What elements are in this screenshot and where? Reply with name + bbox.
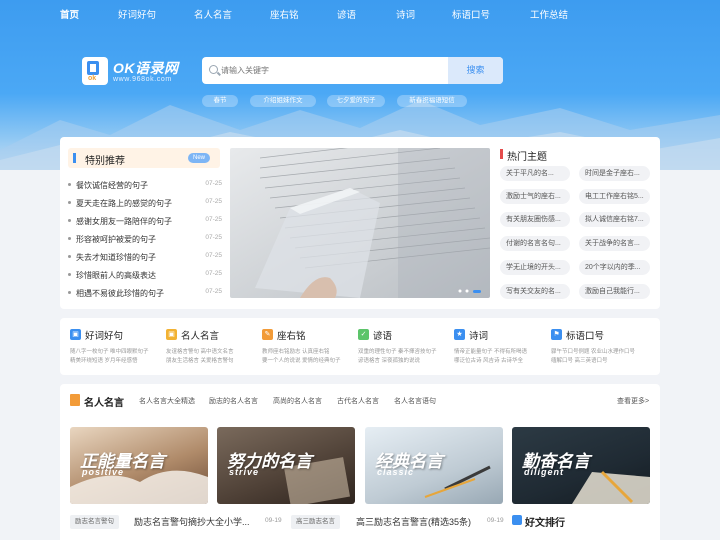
hot-tag[interactable]: 春节 [202,95,238,107]
more-link[interactable]: 查看更多> [617,396,649,406]
hot-topics-marker [500,149,503,159]
new-badge: New [188,153,210,163]
section-link[interactable]: 高尚的名人名言 [273,396,322,406]
nav-famous-quotes[interactable]: 名人名言 [194,7,232,21]
hot-tag[interactable]: 介绍姐妹作文 [250,95,316,107]
hot-topic[interactable]: 关于战争的名言... [579,236,650,251]
hot-topic[interactable]: 关于平凡的名... [500,166,570,181]
featured-item[interactable]: 珍惜眼前人的高级表达 07-25 [68,268,222,282]
flag-icon: ⚑ [551,329,562,340]
search-button[interactable]: 搜索 [448,57,503,84]
featured-item[interactable]: 夏天走在路上的感觉的句子 07-25 [68,196,222,210]
hot-topic[interactable]: 激励士气的座右... [500,189,570,204]
featured-item[interactable]: 餐饮诚信经营的句子 07-25 [68,178,222,192]
nav-slogans[interactable]: 标语口号 [452,7,490,21]
nav-poems[interactable]: 诗词 [396,7,415,21]
carousel-image[interactable] [230,148,490,298]
featured-item[interactable]: 相遇不易彼此珍惜的句子 07-25 [68,286,222,300]
hot-topic[interactable]: 写有关交友的名... [500,284,570,299]
list-date: 09-19 [265,517,282,524]
search-box: 搜索 [202,57,503,84]
featured-item[interactable]: 形容被呵护被爱的句子 07-25 [68,232,222,246]
featured-title-marker [73,153,76,163]
hot-tag[interactable]: 七夕爱的句子 [327,95,385,107]
featured-item[interactable]: 感谢女朋友一路陪伴的句子 07-25 [68,214,222,228]
section-title: 名人名言 [84,398,124,409]
ranking-icon [512,515,522,525]
quote-card-strive[interactable]: 努力的名言 strive [217,427,355,504]
section-link[interactable]: 励志的名人名言 [209,396,258,406]
quote-card-positive[interactable]: 正能量名言 positive [70,427,208,504]
star-icon: ★ [454,329,465,340]
document-icon [70,394,80,406]
ranking-title: 好文排行 [525,518,565,529]
logo-url: www.968ok.com [113,76,172,83]
site-logo[interactable]: ok OK语录网 www.968ok.com [82,57,192,87]
hot-topic[interactable]: 电工工作座右铭5... [579,189,650,204]
hot-topic[interactable]: 学无止境的开头... [500,260,570,275]
list-item[interactable]: 高三励志名言警言(精选35条) [356,515,471,529]
section-link[interactable]: 古代名人名言 [337,396,379,406]
pencil-icon: ✎ [262,329,273,340]
logo-name: OK语录网 [113,60,179,76]
quote-card-diligent[interactable]: 勤奋名言 diligent [512,427,650,504]
nav-motto[interactable]: 座右铭 [270,7,299,21]
featured-title: 特别推荐 [85,156,125,167]
search-icon [209,65,218,74]
list-date: 09-19 [487,517,504,524]
list-tag[interactable]: 励志名言警句 [70,515,119,529]
nav-home[interactable]: 首页 [60,7,79,21]
quote-card-classic[interactable]: 经典名言 classic [365,427,503,504]
hot-topics-title: 热门主题 [507,152,547,163]
category-icon: ✓ [358,329,369,340]
search-input[interactable] [221,57,446,84]
section-link[interactable]: 名人名言语句 [394,396,436,406]
nav-good-words[interactable]: 好词好句 [118,7,156,21]
hot-topic[interactable]: 激励自己我能行... [579,284,650,299]
logo-badge-icon: ok [82,57,108,85]
hot-topic[interactable]: 时间是金子座右... [579,166,650,181]
nav-proverbs[interactable]: 谚语 [337,7,356,21]
hot-topic[interactable]: 拟人诚信座右铭7... [579,212,650,227]
hot-tag[interactable]: 新春祝福语短信 [397,95,467,107]
hot-topic[interactable]: 20个字以内的季... [579,260,650,275]
list-item[interactable]: 励志名言警句摘抄大全小学... [134,515,250,529]
list-tag[interactable]: 高三励志名言 [291,515,340,529]
hot-topic[interactable]: 有关朋友圈伤感... [500,212,570,227]
category-icon: ▣ [166,329,177,340]
top-nav: 首页 好词好句 名人名言 座右铭 谚语 诗词 标语口号 工作总结 [0,0,720,26]
featured-item[interactable]: 失去才知道珍惜的句子 07-25 [68,250,222,264]
nav-work-summary[interactable]: 工作总结 [530,7,568,21]
category-icon: ▣ [70,329,81,340]
section-link[interactable]: 名人名言大全精选 [139,396,195,406]
hot-topic[interactable]: 付谢的名言名句... [500,236,570,251]
